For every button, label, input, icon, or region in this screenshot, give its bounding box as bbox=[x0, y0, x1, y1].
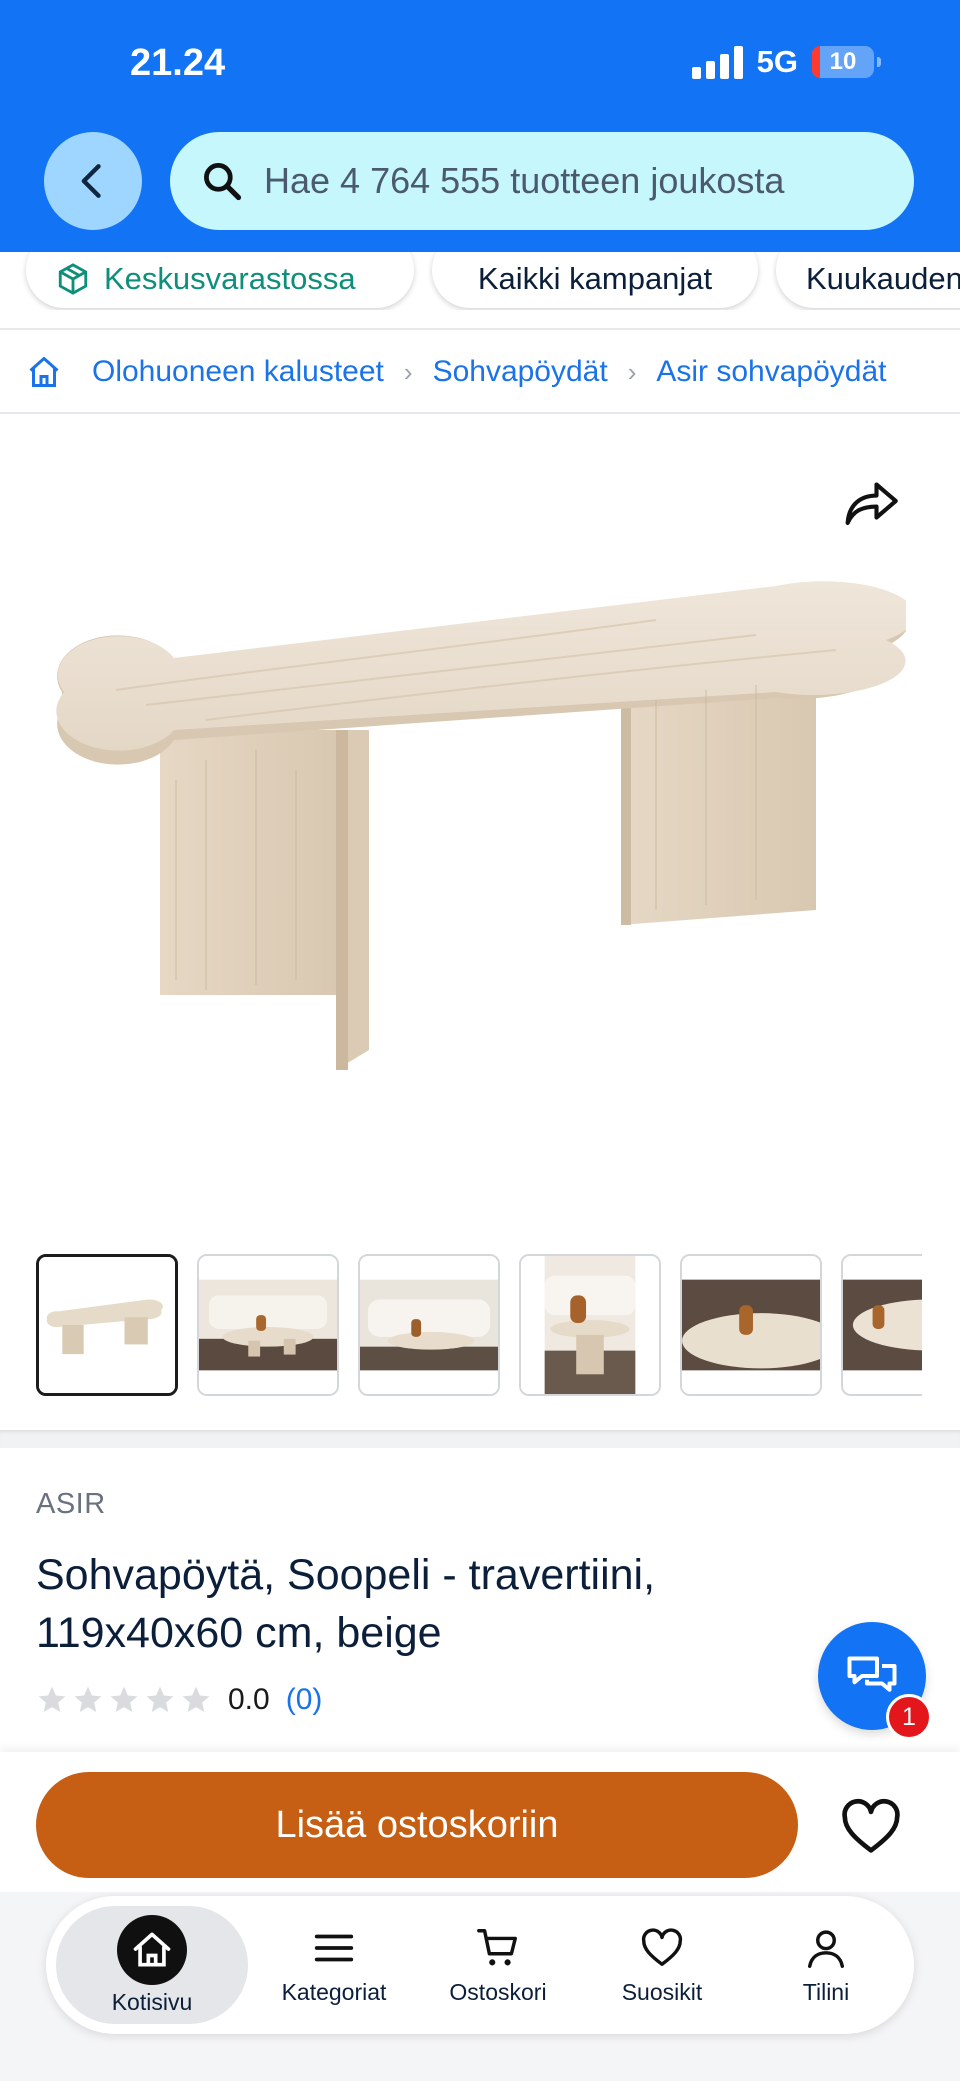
search-icon bbox=[204, 163, 242, 201]
tab-label: Ostoskori bbox=[449, 1978, 547, 2005]
home-icon bbox=[117, 1914, 187, 1985]
star-icon bbox=[110, 1686, 138, 1712]
battery-icon: 10 bbox=[812, 46, 881, 78]
tab-label: Kotisivu bbox=[111, 1988, 193, 2015]
divider bbox=[0, 328, 960, 330]
thumbnail[interactable] bbox=[680, 1254, 822, 1396]
bottom-tab-bar: Kotisivu Kategoriat Ostoskori Suosikit T… bbox=[46, 1896, 914, 2034]
thumbnail-image bbox=[39, 1257, 175, 1393]
thumbnail[interactable] bbox=[841, 1254, 922, 1396]
heart-icon bbox=[842, 1798, 900, 1853]
favorite-button[interactable] bbox=[838, 1794, 904, 1860]
product-title: Sohvapöytä, Soopeli - travertiini, 119x4… bbox=[36, 1551, 656, 1657]
share-button[interactable] bbox=[838, 468, 904, 534]
thumbnail[interactable] bbox=[519, 1254, 661, 1396]
thumbnail-image bbox=[682, 1256, 820, 1394]
filter-chips: Keskusvarastossa Kaikki kampanjat Kuukau… bbox=[0, 252, 960, 310]
thumbnail-image bbox=[521, 1256, 659, 1394]
product-image[interactable] bbox=[56, 580, 906, 1080]
rating-value: 0.0 bbox=[228, 1683, 270, 1716]
thumbnail[interactable] bbox=[36, 1254, 178, 1396]
tab-label: Tilini bbox=[802, 1978, 850, 2005]
breadcrumb-item[interactable]: Olohuoneen kalusteet bbox=[92, 355, 384, 389]
home-icon[interactable] bbox=[26, 354, 62, 390]
star-icon bbox=[146, 1686, 174, 1712]
search-placeholder: Hae 4 764 555 tuotteen joukosta bbox=[264, 160, 785, 201]
thumbnail-image bbox=[199, 1256, 337, 1394]
chevron-right-icon: › bbox=[627, 356, 637, 387]
star-icon bbox=[74, 1686, 102, 1712]
breadcrumb-item[interactable]: Asir sohvapöydät bbox=[656, 355, 886, 389]
divider bbox=[0, 412, 960, 414]
thumbnail-image bbox=[360, 1256, 498, 1394]
chat-icon bbox=[847, 1656, 897, 1692]
tab-favorites[interactable]: Suosikit bbox=[582, 1896, 742, 2034]
breadcrumb-item[interactable]: Sohvapöydät bbox=[433, 355, 608, 389]
user-icon bbox=[807, 1929, 845, 1968]
tab-label: Kategoriat bbox=[281, 1978, 387, 2005]
back-button[interactable] bbox=[44, 132, 142, 230]
share-icon bbox=[845, 482, 898, 526]
chip-kaikki-kampanjat[interactable]: Kaikki kampanjat bbox=[432, 252, 758, 308]
heart-icon bbox=[641, 1927, 683, 1966]
star-icon bbox=[182, 1686, 210, 1712]
chevron-right-icon: › bbox=[403, 356, 413, 387]
signal-icon bbox=[691, 45, 743, 79]
thumbnail-strip bbox=[36, 1254, 922, 1396]
chip-keskusvarastossa[interactable]: Keskusvarastossa bbox=[26, 252, 414, 308]
chip-label: Kuukauden bbox=[806, 261, 960, 296]
chip-label: Keskusvarastossa bbox=[104, 261, 356, 296]
tab-label: Suosikit bbox=[621, 1978, 703, 2005]
battery-level: 10 bbox=[829, 48, 857, 75]
tab-cart[interactable]: Ostoskori bbox=[418, 1896, 578, 2034]
search-input[interactable]: Hae 4 764 555 tuotteen joukosta bbox=[170, 132, 914, 230]
product-rating: 0.0 (0) bbox=[36, 1678, 322, 1722]
product-brand[interactable]: ASIR bbox=[36, 1488, 106, 1521]
chevron-left-icon bbox=[81, 164, 101, 198]
status-time: 21.24 bbox=[130, 42, 226, 84]
network-type: 5G bbox=[756, 44, 798, 79]
status-indicators: 5G 10 bbox=[691, 44, 881, 80]
chat-notification-badge: 1 bbox=[886, 1694, 932, 1740]
tab-account[interactable]: Tilini bbox=[746, 1896, 906, 2034]
review-count-link[interactable]: (0) bbox=[286, 1683, 323, 1717]
chip-kuukauden[interactable]: Kuukauden bbox=[776, 252, 960, 308]
package-icon bbox=[58, 263, 88, 295]
tab-home[interactable]: Kotisivu bbox=[56, 1906, 248, 2024]
thumbnail[interactable] bbox=[197, 1254, 339, 1396]
chip-label: Kaikki kampanjat bbox=[477, 261, 713, 296]
section-separator bbox=[0, 1430, 960, 1448]
star-icon bbox=[38, 1686, 66, 1712]
app-header: 21.24 5G 10 Hae 4 764 555 tuotteen jouko… bbox=[0, 0, 960, 252]
tab-categories[interactable]: Kategoriat bbox=[254, 1896, 414, 2034]
add-to-cart-button[interactable]: Lisää ostoskoriin bbox=[36, 1772, 798, 1878]
cart-icon bbox=[477, 1928, 517, 1965]
rating-stars bbox=[36, 1684, 212, 1716]
menu-icon bbox=[314, 1934, 354, 1961]
thumbnail[interactable] bbox=[358, 1254, 500, 1396]
breadcrumb: Olohuoneen kalusteet › Sohvapöydät › Asi… bbox=[26, 350, 887, 394]
thumbnail-image bbox=[843, 1256, 922, 1394]
